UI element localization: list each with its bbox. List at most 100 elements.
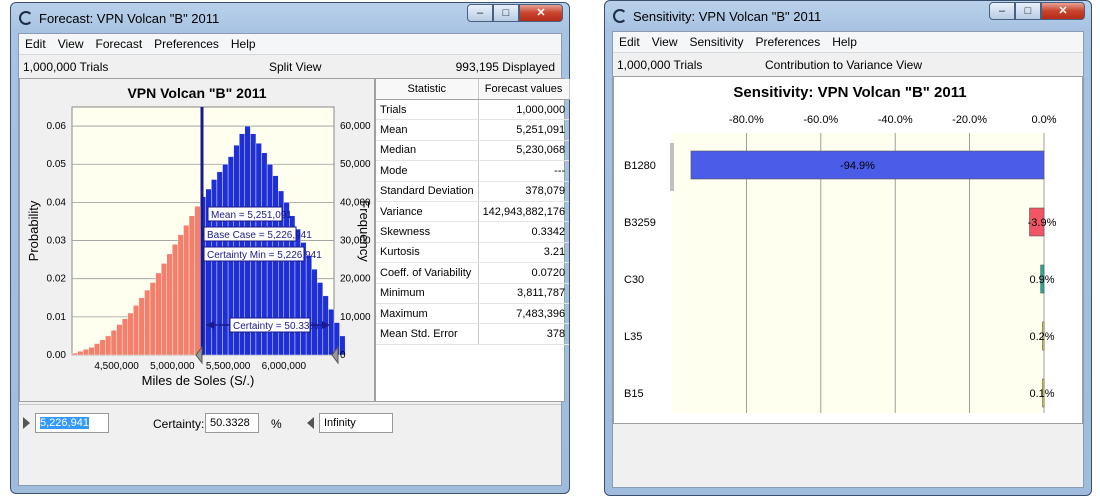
close-button[interactable]: ✕ — [519, 4, 563, 22]
certainty-bar: 5,226,941 Certainty: 50.3328 % Infinity — [19, 404, 561, 441]
x-tick: 4,500,000 — [94, 361, 139, 372]
close-button[interactable]: ✕ — [1041, 2, 1085, 20]
stat-row: Mean Std. Error 378 — [376, 323, 570, 345]
sensitivity-value-label: 0.2% — [1029, 331, 1054, 343]
histogram-bar — [172, 244, 179, 356]
sensitivity-client-area: Edit View Sensitivity Preferences Help 1… — [612, 31, 1084, 488]
x-tick: 6,000,000 — [262, 361, 307, 372]
y-tick-left: 0.02 — [47, 274, 67, 285]
sensitivity-titlebar[interactable]: Sensitivity: VPN Volcan "B" 2011 ‒ □ ✕ — [605, 1, 1091, 31]
menu-view[interactable]: View — [52, 34, 90, 54]
base-case-annotation: Base Case = 5,226,941 — [207, 230, 312, 241]
stat-header-values[interactable]: Forecast values — [478, 79, 570, 100]
menu-preferences[interactable]: Preferences — [148, 34, 225, 54]
stat-value: 0.0720 — [477, 262, 570, 284]
stat-value: 0.3342 — [477, 221, 570, 243]
stat-value: 3,811,787 — [477, 283, 570, 304]
sensitivity-value-label: 0.1% — [1029, 388, 1054, 400]
certainty-value: 50.3328 — [210, 417, 250, 429]
histogram-bar — [183, 225, 190, 356]
upper-limit-field[interactable]: Infinity — [319, 413, 393, 433]
stat-name: Coeff. of Variability — [376, 262, 479, 284]
stat-row: Skewness 0.3342 — [376, 221, 570, 243]
y-tick-left: 0.03 — [47, 236, 67, 247]
sensitivity-chart-panel: Sensitivity: VPN Volcan "B" 2011 -80.0% -… — [613, 76, 1083, 424]
stat-name: Trials — [376, 99, 479, 121]
histogram-bar — [311, 268, 318, 356]
histogram-bar — [116, 324, 123, 356]
menu-edit[interactable]: Edit — [19, 34, 52, 54]
histogram-bar — [110, 329, 117, 356]
y-tick-right: 50,000 — [340, 159, 371, 170]
y-tick-right: 0 — [340, 350, 346, 361]
stat-name: Maximum — [376, 303, 479, 325]
histogram-bar — [77, 350, 84, 356]
sensitivity-category-label: C30 — [624, 274, 644, 286]
certainty-min-annotation: Certainty Min = 5,226,941 — [207, 250, 322, 261]
y-tick-right: 60,000 — [340, 121, 371, 132]
maximize-button[interactable]: □ — [1015, 2, 1041, 20]
upper-limit-value: Infinity — [324, 417, 356, 429]
x-tick: 5,500,000 — [206, 361, 251, 372]
minimize-button[interactable]: ‒ — [467, 4, 493, 22]
sensitivity-window: Sensitivity: VPN Volcan "B" 2011 ‒ □ ✕ E… — [604, 0, 1092, 496]
stat-value: 3.21 — [477, 242, 570, 264]
forecast-window-title: Forecast: VPN Volcan "B" 2011 — [39, 11, 220, 26]
stat-name: Mean — [376, 119, 479, 141]
histogram-bar — [188, 215, 195, 356]
statistics-table: Statistic Forecast values Trials 1,000,00… — [376, 79, 570, 345]
sensitivity-category-label: B1280 — [624, 160, 656, 172]
view-mode-label[interactable]: Contribution to Variance View — [765, 58, 922, 72]
certainty-annotation: Certainty = 50.33% — [233, 321, 318, 332]
stat-value: 5,230,068 — [477, 140, 570, 162]
menu-preferences[interactable]: Preferences — [750, 32, 827, 52]
stat-row: Minimum 3,811,787 — [376, 283, 570, 304]
stat-value: --- — [477, 160, 570, 182]
lower-limit-field[interactable]: 5,226,941 — [35, 413, 109, 433]
minimize-button[interactable]: ‒ — [989, 2, 1015, 20]
certainty-label: Certainty: — [153, 417, 205, 431]
stat-name: Mode — [376, 160, 479, 182]
menu-help[interactable]: Help — [826, 32, 863, 52]
sensitivity-category-label: B3259 — [624, 217, 656, 229]
sensitivity-x-tick: -20.0% — [952, 114, 987, 126]
stat-row: Coeff. of Variability 0.0720 — [376, 262, 570, 284]
stat-header-statistic[interactable]: Statistic — [376, 79, 479, 100]
histogram-bar — [82, 349, 89, 356]
histogram-bar — [133, 305, 140, 356]
histogram-bar — [71, 352, 78, 356]
stat-name: Mean Std. Error — [376, 323, 479, 345]
row-scrollbar[interactable] — [670, 143, 674, 191]
y-tick-left: 0.00 — [47, 350, 67, 361]
menu-sensitivity[interactable]: Sensitivity — [683, 32, 749, 52]
stat-value: 1,000,000 — [477, 99, 570, 121]
maximize-button[interactable]: □ — [493, 4, 519, 22]
sensitivity-category-label: B15 — [624, 388, 644, 400]
histogram-bar — [88, 347, 95, 356]
histogram-bar — [211, 179, 218, 356]
forecast-titlebar[interactable]: Forecast: VPN Volcan "B" 2011 ‒ □ ✕ — [11, 3, 569, 33]
stat-row: Kurtosis 3.21 — [376, 242, 570, 264]
menu-help[interactable]: Help — [225, 34, 262, 54]
stat-row: Variance 142,943,882,176 — [376, 201, 570, 223]
histogram-bar — [127, 312, 134, 356]
histogram-bar — [99, 339, 106, 356]
menu-forecast[interactable]: Forecast — [89, 34, 148, 54]
crystal-ball-app-icon — [613, 9, 627, 23]
stat-value: 142,943,882,176 — [477, 201, 570, 223]
lower-grabber-icon — [23, 417, 30, 429]
stat-row: Standard Deviation 378,079 — [376, 181, 570, 202]
x-tick: 5,000,000 — [150, 361, 195, 372]
stat-name: Standard Deviation — [376, 181, 479, 202]
y-tick-right: 10,000 — [340, 312, 371, 323]
stat-row: Mean 5,251,091 — [376, 119, 570, 141]
menu-edit[interactable]: Edit — [613, 32, 646, 52]
crystal-ball-app-icon — [19, 11, 33, 25]
y-tick-right: 20,000 — [340, 274, 371, 285]
sensitivity-value-label: -3.9% — [1028, 217, 1057, 229]
certainty-field[interactable]: 50.3328 — [205, 413, 259, 433]
menu-view[interactable]: View — [646, 32, 684, 52]
view-mode-label[interactable]: Split View — [269, 60, 321, 74]
histogram-bar — [160, 263, 167, 356]
sensitivity-x-tick: -80.0% — [729, 114, 764, 126]
